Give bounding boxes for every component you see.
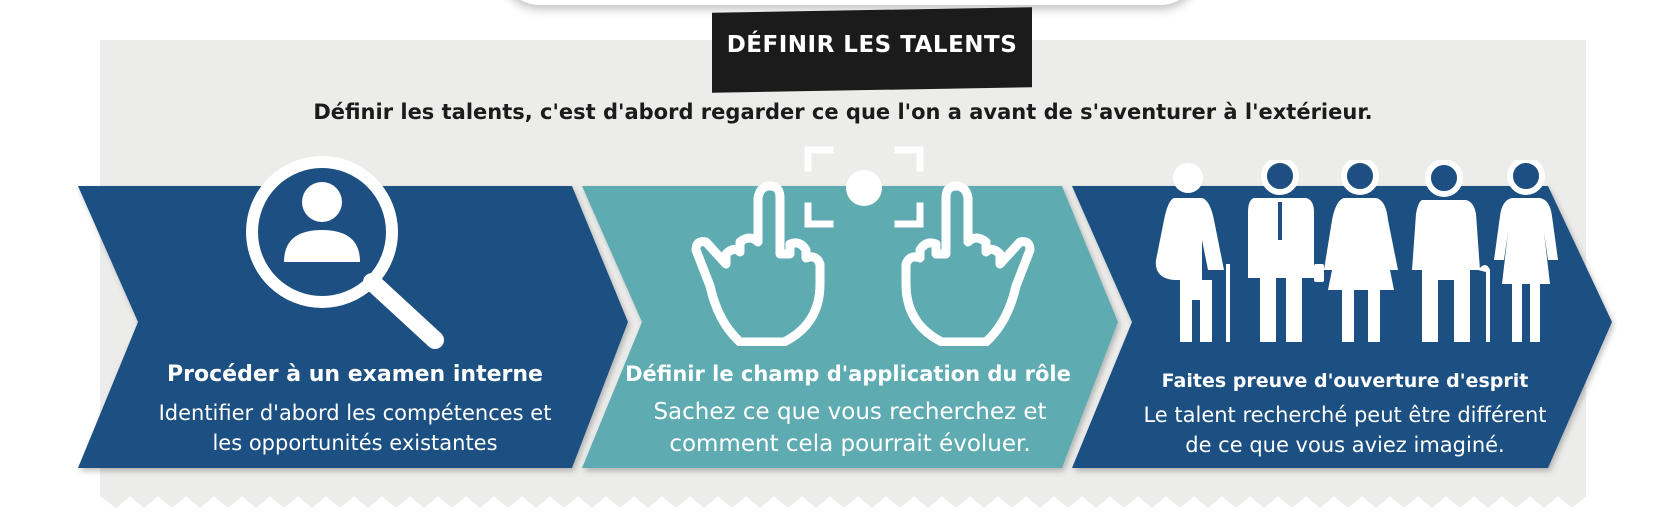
step-1-title: Procéder à un examen interne [167,362,543,387]
step-2-description: Sachez ce que vous recherchez et comment… [620,396,1080,460]
step-2-desc-line-1: Sachez ce que vous recherchez et [653,399,1047,425]
magnifier-person-icon [246,156,444,349]
step-1-desc-line-2: les opportunités existantes [212,431,498,455]
step-3-description: Le talent recherché peut être différent … [1110,400,1580,460]
step-2-desc-line-2: comment cela pourrait évoluer. [669,431,1031,457]
step-3-desc-line-1: Le talent recherché peut être différent [1143,403,1547,427]
step-3-desc-line-2: de ce que vous aviez imaginé. [1185,433,1505,457]
hands-focus-icon [691,146,1035,346]
step-3-title: Faites preuve d'ouverture d'esprit [1161,370,1529,392]
step-1-desc-line-1: Identifier d'abord les compétences et [158,401,552,425]
step-1-description: Identifier d'abord les compétences et le… [120,398,590,458]
step-2-title: Définir le champ d'application du rôle [625,362,1071,386]
diverse-people-icon [1155,160,1558,342]
